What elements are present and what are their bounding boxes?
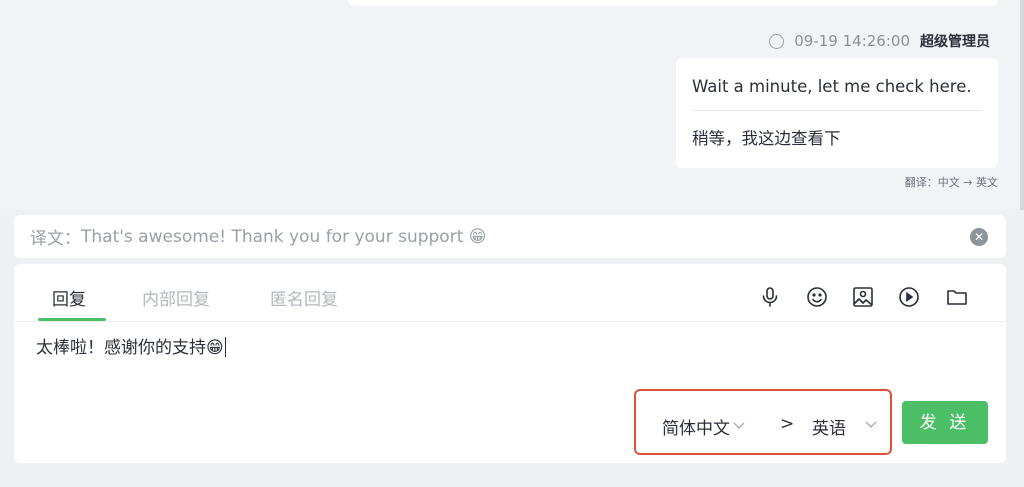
source-language-label: 简体中文 [662, 419, 730, 439]
agent-message-bubble: Wait a minute, let me check here. 稍等，我这边… [676, 58, 998, 168]
target-language-select[interactable]: 英语 [812, 414, 846, 439]
video-icon[interactable] [896, 284, 922, 310]
circle-outline-icon [769, 33, 785, 49]
translation-preview-bar: 译文： That's awesome! Thank you for your s… [14, 215, 1006, 258]
tab-internal-reply[interactable]: 内部回复 [142, 285, 210, 310]
page-bottom [0, 470, 1024, 487]
close-circle-icon[interactable]: ✕ [970, 228, 988, 246]
tab-reply[interactable]: 回复 [52, 285, 86, 310]
microphone-icon[interactable] [757, 284, 783, 310]
active-tab-indicator [38, 318, 106, 321]
reply-input-text: 太棒啦！感谢你的支持😁 [36, 338, 224, 358]
previous-message-bubble [348, 0, 998, 6]
message-meta: 09-19 14:26:00 超级管理员 [769, 30, 990, 52]
chat-history: 09-19 14:26:00 超级管理员 Wait a minute, let … [0, 0, 1024, 210]
reply-tabs: 回复 内部回复 匿名回复 [14, 264, 1006, 322]
folder-icon[interactable] [944, 284, 970, 310]
text-caret [224, 337, 227, 357]
reply-input[interactable]: 太棒啦！感谢你的支持😁 [36, 333, 227, 358]
message-timestamp: 09-19 14:26:00 [794, 32, 910, 50]
chat-scrollbar[interactable] [1020, 0, 1024, 210]
send-button[interactable]: 发 送 [902, 401, 988, 444]
chevron-down-icon[interactable] [864, 416, 878, 435]
chevron-down-icon [732, 417, 746, 437]
message-sender: 超级管理员 [920, 34, 990, 50]
translation-label: 译文： [30, 229, 81, 249]
image-icon[interactable] [850, 284, 876, 310]
emoji-icon[interactable] [804, 284, 830, 310]
source-language-select[interactable]: 简体中文 [662, 414, 746, 439]
message-original-text: Wait a minute, let me check here. [692, 58, 982, 111]
reply-editor-panel: 回复 内部回复 匿名回复 太棒啦！感谢你的支持😁 简体中文 > 英语 发 送 [14, 264, 1006, 463]
translation-preview-text: That's awesome! Thank you for your suppo… [81, 226, 487, 247]
language-direction-arrow: > [780, 414, 795, 434]
message-translated-text: 稍等，我这边查看下 [692, 129, 841, 148]
tab-anonymous-reply[interactable]: 匿名回复 [270, 285, 338, 310]
translation-direction-note: 翻译：中文 → 英文 [904, 176, 998, 189]
